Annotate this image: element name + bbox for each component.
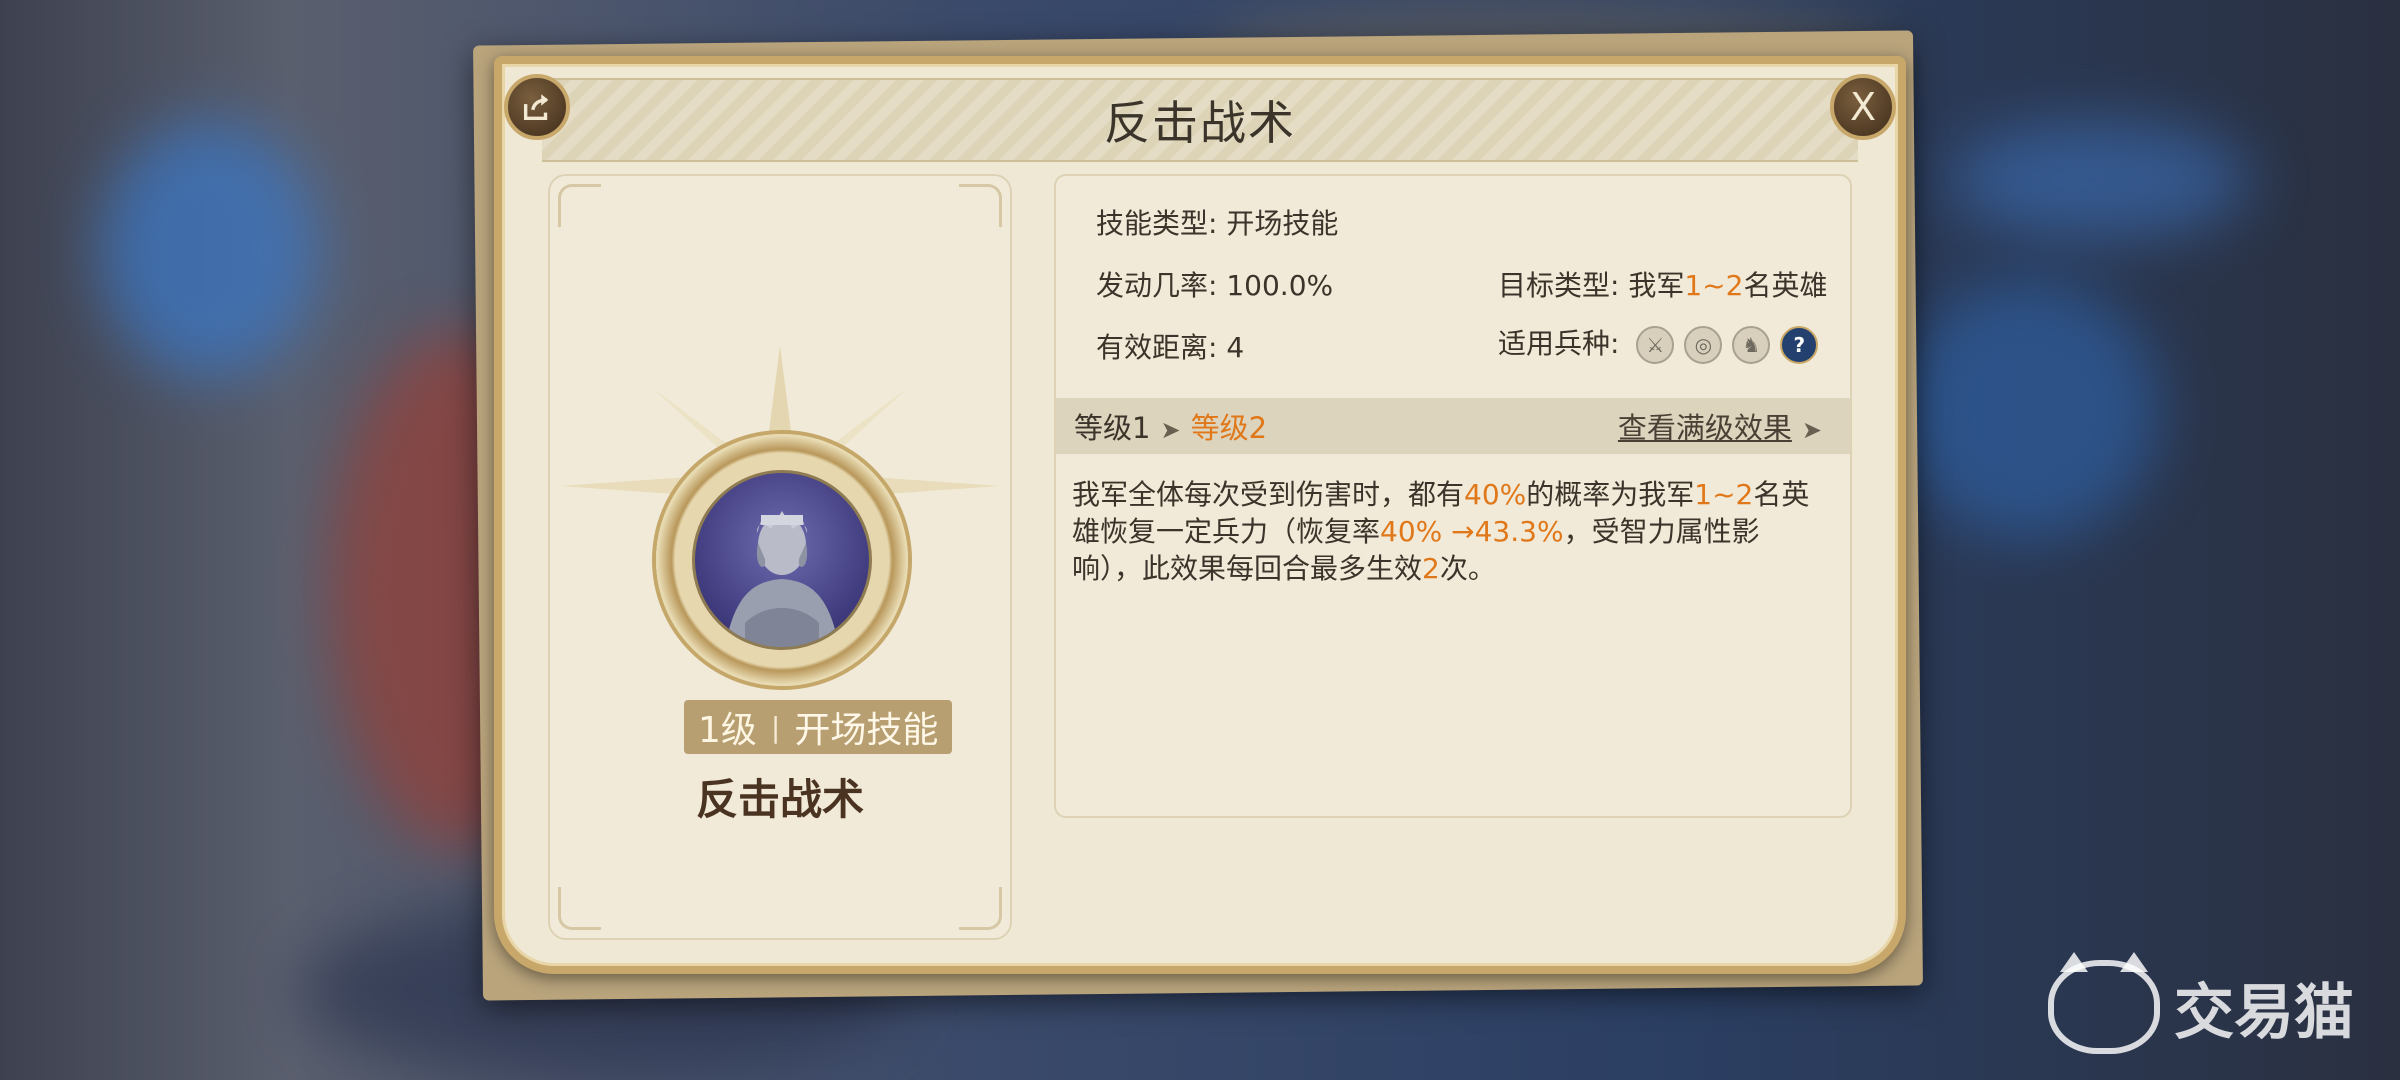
close-button[interactable]: X [1830, 74, 1896, 140]
level-bar: 等级1 ➤ 等级2 查看满级效果 ➤ [1056, 398, 1850, 454]
skill-icon-card: 1级 | 开场技能 反击战术 [548, 174, 1012, 940]
skill-type-value: 开场技能 [1226, 207, 1339, 240]
level-current: 等级1 [1074, 411, 1151, 445]
share-icon [523, 94, 549, 121]
trigger-rate-value: 100.0% [1226, 269, 1334, 302]
range-label: 有效距离: [1096, 331, 1218, 364]
skill-description: 我军全体每次受到伤害时，都有40%的概率为我军1~2名英雄恢复一定兵力（恢复率4… [1072, 476, 1826, 587]
skill-type-badge: 开场技能 [794, 710, 939, 751]
view-max-level-label: 查看满级效果 [1617, 411, 1792, 445]
king-portrait-icon [692, 470, 872, 650]
trigger-rate-label: 发动几率: [1096, 269, 1218, 302]
troop-type-label: 适用兵种: [1498, 327, 1620, 360]
corner-ornament [558, 887, 601, 930]
title-bar: 反击战术 [542, 78, 1858, 162]
range-row: 有效距离: 4 [1096, 326, 1244, 366]
chevron-right-icon: ➤ [1801, 416, 1822, 444]
horse-icon[interactable]: ♞ [1732, 326, 1771, 364]
level-next: 等级2 [1190, 411, 1268, 445]
target-count: 1~2 [1684, 269, 1744, 302]
skill-name: 反击战术 [695, 775, 864, 824]
troop-icons: ⚔ ◎ ♞ ? [1636, 326, 1819, 364]
question-icon[interactable]: ? [1780, 326, 1819, 364]
target-icon[interactable]: ◎ [1684, 326, 1723, 364]
desc-text: 的概率为我军 [1526, 478, 1695, 511]
skill-level-badge: 1级 | 开场技能 [684, 700, 953, 754]
desc-highlight: 1~2 [1694, 478, 1754, 511]
corner-ornament [558, 184, 601, 227]
desc-highlight: 2 [1422, 552, 1440, 585]
target-type-label: 目标类型: [1498, 269, 1620, 302]
skill-dialog: 反击战术 X 1级 | 开场技能 反击战术 技能类型: 开场技能 发动几率: 1… [494, 56, 1906, 974]
arrow-right-icon: ➤ [1160, 416, 1181, 444]
skill-level: 1级 [698, 710, 757, 751]
skill-type-row: 技能类型: 开场技能 [1096, 202, 1338, 242]
desc-text: 我军全体每次受到伤害时，都有 [1072, 478, 1465, 511]
watermark: 交易猫 [2048, 952, 2354, 1054]
corner-ornament [959, 887, 1002, 930]
skill-type-label: 技能类型: [1096, 207, 1218, 240]
skill-portrait-frame [656, 434, 908, 686]
cat-logo-icon [2048, 952, 2160, 1054]
level-progression: 等级1 ➤ 等级2 [1074, 405, 1267, 447]
share-button[interactable] [504, 74, 570, 140]
badge-separator: | [770, 710, 781, 744]
desc-highlight: 40% →43.3% [1380, 515, 1564, 548]
trigger-rate-row: 发动几率: 100.0% [1096, 264, 1333, 304]
range-value: 4 [1226, 331, 1245, 364]
skill-details-card: 技能类型: 开场技能 发动几率: 100.0% 有效距离: 4 目标类型: 我军… [1054, 174, 1852, 818]
view-max-level-link[interactable]: 查看满级效果 ➤ [1618, 405, 1832, 447]
target-suffix: 名英雄 [1743, 269, 1828, 302]
close-icon: X [1849, 85, 1877, 129]
troop-type-row: 适用兵种: ⚔ ◎ ♞ ? [1498, 322, 1819, 364]
watermark-text: 交易猫 [2174, 977, 2354, 1048]
desc-highlight: 40% [1464, 478, 1527, 511]
target-type-row: 目标类型: 我军1~2名英雄 [1498, 264, 1827, 304]
sword-icon[interactable]: ⚔ [1636, 326, 1675, 364]
desc-text: 次。 [1439, 552, 1496, 585]
target-prefix: 我军 [1628, 269, 1685, 302]
dialog-title: 反击战术 [1104, 96, 1296, 150]
corner-ornament [959, 184, 1002, 227]
